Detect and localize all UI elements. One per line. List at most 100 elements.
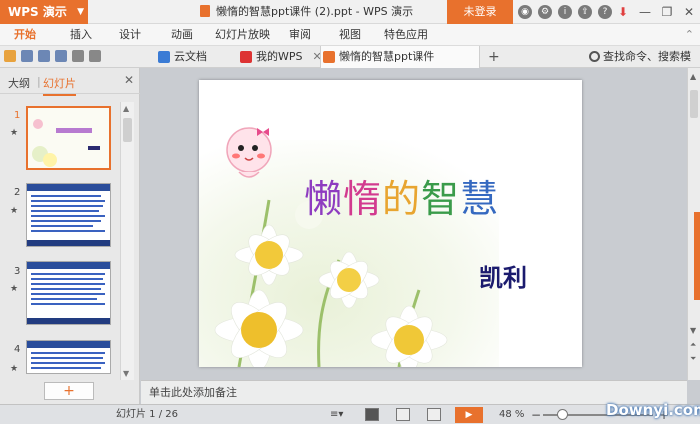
slide-thumbnail-4[interactable]	[26, 340, 111, 374]
ppt-file-icon	[323, 51, 335, 63]
tab-label: 我的WPS	[256, 50, 303, 63]
normal-view-icon[interactable]	[365, 408, 379, 421]
menu-slideshow[interactable]: 幻灯片放映	[215, 24, 270, 46]
animation-star-icon: ★	[10, 364, 19, 374]
ribbon-collapse-icon[interactable]: ⌃	[685, 24, 694, 46]
slide-thumbnail-2[interactable]	[26, 183, 111, 247]
save-icon[interactable]	[21, 50, 33, 62]
maximize-button[interactable]: ❐	[656, 0, 678, 24]
animation-star-icon: ★	[10, 284, 19, 294]
scroll-thumb[interactable]	[690, 90, 698, 118]
skin-icon[interactable]: ◉	[518, 5, 532, 19]
prev-slide-icon[interactable]: ⏶	[690, 340, 696, 350]
info-icon[interactable]: i	[558, 5, 572, 19]
scroll-down-icon[interactable]: ▼	[690, 326, 696, 335]
thumb-number: 4	[14, 344, 21, 355]
slide-indicator: 幻灯片 1 / 26	[116, 409, 178, 420]
title-char: 懒	[304, 177, 344, 221]
next-slide-icon[interactable]: ⏷	[690, 354, 696, 364]
slide-title[interactable]: 懒惰的智慧	[304, 168, 499, 223]
current-slide[interactable]: 懒惰的智慧 凯利	[199, 80, 582, 367]
wps-icon	[240, 51, 252, 63]
mascot-image	[226, 127, 272, 178]
slide-sorter-icon[interactable]	[396, 408, 410, 421]
app-logo: WPS 演示	[8, 5, 67, 19]
thumb-number: 2	[14, 187, 21, 198]
title-char: 的	[382, 177, 422, 221]
slide-canvas: 懒惰的智慧 凯利	[141, 68, 687, 380]
login-button[interactable]: 未登录	[447, 0, 513, 24]
title-bar: WPS 演示 ▼ 懒惰的智慧ppt课件 (2).ppt - WPS 演示 未登录…	[0, 0, 700, 24]
watermark: Downyi.com	[606, 401, 700, 419]
print-preview-icon[interactable]	[55, 50, 67, 62]
redo-icon[interactable]	[89, 50, 101, 62]
tab-label: 云文档	[174, 50, 207, 63]
add-slide-button[interactable]: +	[44, 382, 94, 400]
animation-star-icon: ★	[10, 128, 19, 138]
slide-thumbnail-3[interactable]	[26, 261, 111, 325]
zoom-slider-knob[interactable]	[556, 409, 568, 420]
tab-my-wps[interactable]: 我的WPS ✕	[238, 46, 322, 68]
panel-tabs: 大纲 | 幻灯片 ✕	[0, 68, 140, 96]
cloud-docs-icon	[158, 51, 170, 63]
thumb-2-art	[27, 184, 110, 246]
thumb-4-art	[27, 341, 110, 373]
menu-insert[interactable]: 插入	[70, 24, 92, 46]
undo-icon[interactable]	[72, 50, 84, 62]
title-char: 智	[421, 177, 461, 221]
tab-slides[interactable]: 幻灯片	[43, 75, 76, 96]
scroll-up-icon[interactable]: ▲	[690, 72, 696, 81]
notes-toggle-icon[interactable]: ≡▾	[330, 405, 343, 424]
thumb-number: 1	[14, 110, 21, 121]
thumb-1-art	[28, 108, 109, 168]
scroll-down-icon[interactable]: ▼	[123, 369, 129, 378]
new-tab-button[interactable]: +	[488, 46, 500, 68]
side-panel-handle[interactable]	[694, 212, 700, 300]
thumb-number: 3	[14, 266, 21, 277]
title-icons: ◉ ⚙ i ⇪ ?	[514, 0, 612, 24]
tab-outline[interactable]: 大纲	[8, 75, 30, 91]
open-icon[interactable]	[4, 50, 16, 62]
download-icon[interactable]: ⬇	[612, 0, 634, 24]
window-title-text: 懒惰的智慧ppt课件 (2).ppt - WPS 演示	[216, 5, 414, 18]
tab-separator: |	[37, 75, 41, 88]
animation-star-icon: ★	[10, 206, 19, 216]
print-icon[interactable]	[38, 50, 50, 62]
app-menu-button[interactable]: WPS 演示 ▼	[0, 0, 88, 24]
chevron-down-icon: ▼	[77, 7, 84, 17]
share-icon[interactable]: ⇪	[578, 5, 592, 19]
menu-design[interactable]: 设计	[119, 24, 141, 46]
tab-current-doc[interactable]: 懒惰的智慧ppt课件 (2).ppt✕	[320, 46, 480, 85]
settings-icon[interactable]: ⚙	[538, 5, 552, 19]
help-icon[interactable]: ?	[598, 5, 612, 19]
slide-thumbnail-1[interactable]	[26, 106, 111, 170]
status-bar: 幻灯片 1 / 26 ≡▾ ▶ 48 % − +	[0, 404, 700, 424]
slides-scrollbar[interactable]: ▲ ▼	[120, 102, 134, 380]
tab-cloud-docs[interactable]: 云文档	[156, 46, 207, 68]
quick-access-toolbar	[4, 50, 101, 62]
title-char: 惰	[343, 177, 383, 221]
window-title: 懒惰的智慧ppt课件 (2).ppt - WPS 演示	[200, 0, 413, 24]
close-icon[interactable]: ✕	[124, 73, 134, 87]
zoom-out-button[interactable]: −	[531, 405, 541, 424]
scroll-up-icon[interactable]: ▲	[123, 104, 129, 113]
reading-view-icon[interactable]	[427, 408, 441, 421]
menu-view[interactable]: 视图	[339, 24, 361, 46]
scroll-thumb[interactable]	[123, 118, 132, 142]
command-search[interactable]: 查找命令、搜索模板	[587, 46, 700, 85]
document-tabs: 云文档 我的WPS✕ 懒惰的智慧ppt课件 (2).ppt✕ + 查找命令、搜索…	[0, 46, 700, 85]
menu-home[interactable]: 开始	[14, 24, 36, 46]
slide-subtitle[interactable]: 凯利	[479, 258, 527, 293]
slides-panel: 大纲 | 幻灯片 ✕ 1 ★ 2 ★ 3 ★ 4 ★ ▲ ▼ +	[0, 68, 140, 404]
title-char: 慧	[460, 177, 500, 221]
window-controls: ⬇ — ❐ ✕	[612, 0, 700, 24]
menu-animation[interactable]: 动画	[171, 24, 193, 46]
ribbon-menu: 开始 插入 设计 动画 幻灯片放映 审阅 视图 特色应用 ⌃	[0, 24, 700, 46]
zoom-level: 48 %	[499, 409, 525, 420]
minimize-button[interactable]: —	[634, 0, 656, 24]
play-slideshow-button[interactable]: ▶	[455, 407, 483, 423]
menu-review[interactable]: 审阅	[289, 24, 311, 46]
menu-features[interactable]: 特色应用	[384, 24, 428, 46]
ppt-file-icon	[200, 5, 210, 17]
close-button[interactable]: ✕	[678, 0, 700, 24]
